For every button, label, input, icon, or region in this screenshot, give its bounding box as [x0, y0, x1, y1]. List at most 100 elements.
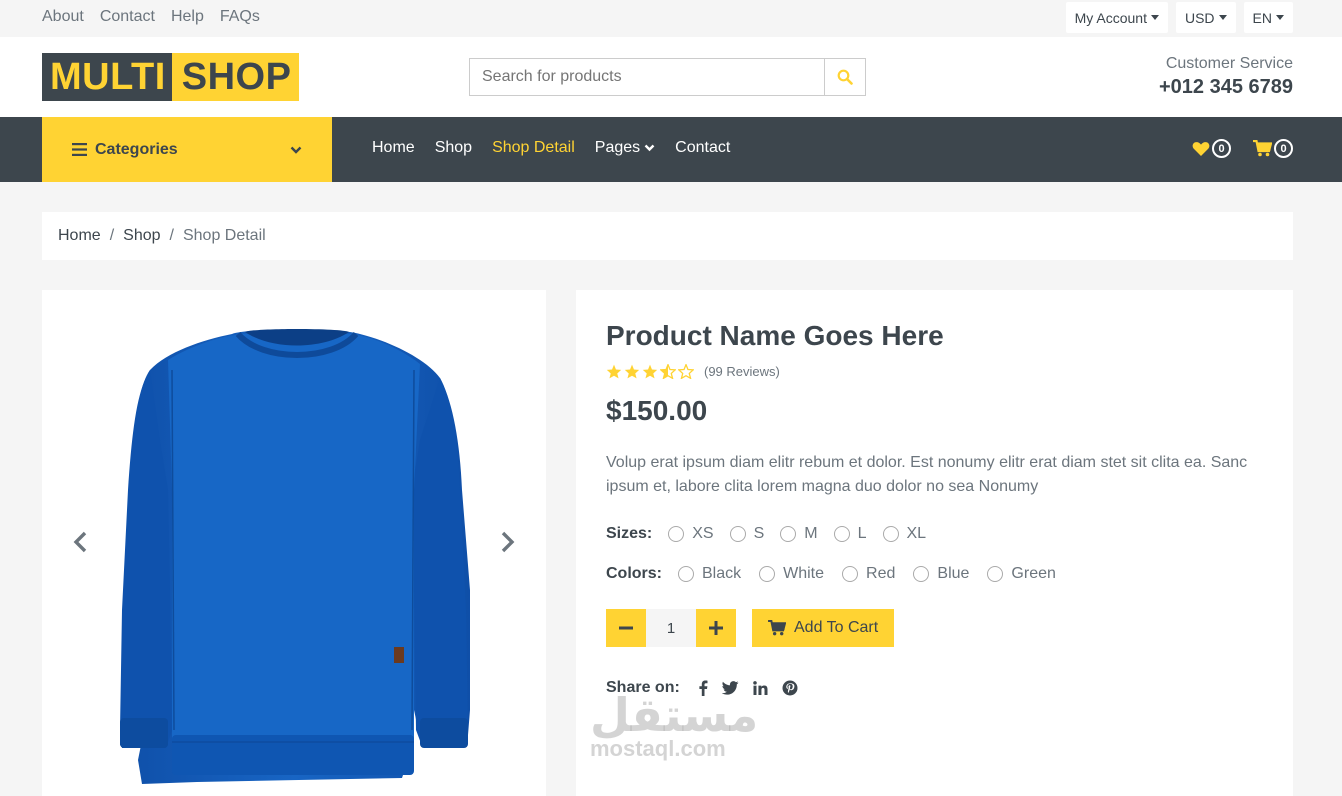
watermark-arabic: مستقل [590, 688, 759, 742]
breadcrumb-separator: / [109, 227, 115, 244]
top-bar: About Contact Help FAQs My Account USD E… [0, 0, 1342, 37]
star-empty-icon [678, 364, 694, 379]
color-label: Blue [937, 565, 970, 582]
review-count[interactable]: (99 Reviews) [704, 364, 780, 379]
cart-count: 0 [1274, 139, 1293, 158]
customer-service-phone: +012 345 6789 [1158, 76, 1293, 98]
size-options: Sizes: XS S M L XL [606, 525, 1263, 543]
size-option-m[interactable]: M [780, 525, 818, 543]
size-option-xl[interactable]: XL [882, 525, 927, 543]
my-account-label: My Account [1074, 9, 1147, 26]
star-full-icon [606, 364, 622, 379]
top-link-faqs[interactable]: FAQs [220, 8, 260, 26]
logo[interactable]: MULTI SHOP [42, 53, 300, 101]
main-nav: Categories Home Shop Shop Detail Pages C… [0, 117, 1342, 182]
radio-circle [780, 526, 797, 542]
customer-service: Customer Service +012 345 6789 [1159, 55, 1293, 99]
caret-down-icon [1218, 15, 1227, 20]
wishlist-count: 0 [1212, 139, 1231, 158]
size-option-xs[interactable]: XS [668, 525, 714, 543]
quantity-decrease-button[interactable] [606, 609, 646, 647]
search-icon [837, 69, 853, 85]
quantity-increase-button[interactable] [696, 609, 736, 647]
breadcrumb: Home / Shop / Shop Detail [42, 212, 1293, 260]
top-link-help[interactable]: Help [171, 8, 204, 26]
carousel-next-arrow[interactable] [500, 530, 516, 554]
size-option-s[interactable]: S [729, 525, 765, 543]
search-bar [469, 58, 866, 96]
language-dropdown[interactable]: EN [1243, 2, 1293, 33]
product-price: $150.00 [606, 395, 708, 426]
nav-item-shop-detail[interactable]: Shop Detail [492, 139, 575, 157]
carousel-prev-arrow[interactable] [72, 530, 88, 554]
product-rating: (99 Reviews) [606, 364, 1263, 379]
color-option-green[interactable]: Green [987, 565, 1056, 583]
radio-circle [882, 526, 899, 542]
pinterest-icon[interactable] [782, 680, 798, 696]
color-options: Colors: Black White Red Blue Green [606, 565, 1263, 583]
star-full-icon [624, 364, 640, 379]
color-option-blue[interactable]: Blue [913, 565, 969, 583]
color-option-black[interactable]: Black [678, 565, 741, 583]
size-label: M [804, 525, 818, 542]
add-to-cart-label: Add To Cart [794, 619, 879, 636]
minus-icon [619, 626, 633, 630]
language-label: EN [1252, 9, 1272, 26]
search-input[interactable] [470, 59, 824, 95]
breadcrumb-home[interactable]: Home [58, 227, 101, 245]
categories-label: Categories [95, 140, 178, 158]
chevron-down-icon [644, 144, 655, 152]
star-full-icon [642, 364, 658, 379]
radio-circle [759, 566, 776, 582]
shopping-cart-icon [1253, 140, 1272, 157]
menu-bars-icon [72, 143, 87, 156]
search-button[interactable] [824, 59, 865, 95]
radio-circle [729, 526, 746, 542]
color-label: White [783, 565, 825, 582]
size-label: L [857, 525, 867, 542]
logo-multi: MULTI [42, 53, 172, 101]
radio-circle [913, 566, 930, 582]
color-option-white[interactable]: White [759, 565, 824, 583]
size-label: S [753, 525, 765, 542]
nav-item-home[interactable]: Home [372, 139, 415, 157]
nav-icons: 0 0 [1192, 139, 1293, 158]
top-link-contact[interactable]: Contact [100, 8, 155, 26]
sizes-label: Sizes: [606, 525, 653, 542]
star-half-icon [660, 364, 676, 379]
nav-menu: Home Shop Shop Detail Pages Contact [372, 139, 730, 157]
cart-button[interactable]: 0 [1253, 139, 1293, 158]
currency-label: USD [1184, 9, 1215, 26]
nav-item-shop[interactable]: Shop [435, 139, 472, 157]
heart-icon [1192, 141, 1210, 156]
color-label: Black [702, 565, 742, 582]
add-to-cart-button[interactable]: Add To Cart [752, 609, 895, 647]
wishlist-button[interactable]: 0 [1192, 139, 1231, 158]
size-option-l[interactable]: L [833, 525, 867, 543]
chevron-down-icon [290, 146, 302, 154]
radio-circle [987, 566, 1004, 582]
product-image-carousel [42, 290, 546, 796]
breadcrumb-shop[interactable]: Shop [123, 227, 160, 245]
my-account-dropdown[interactable]: My Account [1065, 2, 1168, 33]
nav-item-contact[interactable]: Contact [675, 139, 730, 157]
color-label: Green [1011, 565, 1056, 582]
colors-label: Colors: [606, 565, 662, 582]
radio-circle [678, 566, 694, 582]
color-option-red[interactable]: Red [842, 565, 895, 583]
breadcrumb-separator: / [169, 227, 174, 244]
categories-button[interactable]: Categories [42, 117, 332, 182]
nav-item-pages-label: Pages [594, 139, 641, 156]
plus-icon [709, 621, 723, 635]
top-links: About Contact Help FAQs [42, 8, 260, 26]
currency-dropdown[interactable]: USD [1175, 2, 1236, 33]
logo-shop: SHOP [171, 53, 300, 101]
product-image [120, 329, 470, 784]
nav-item-pages[interactable]: Pages [595, 139, 655, 157]
shopping-cart-icon [768, 620, 786, 636]
top-link-about[interactable]: About [42, 8, 84, 26]
breadcrumb-current: Shop Detail [182, 227, 266, 244]
top-dropdowns: My Account USD EN [1065, 2, 1293, 33]
size-label: XL [906, 525, 927, 542]
quantity-input[interactable]: 1 [646, 609, 696, 647]
